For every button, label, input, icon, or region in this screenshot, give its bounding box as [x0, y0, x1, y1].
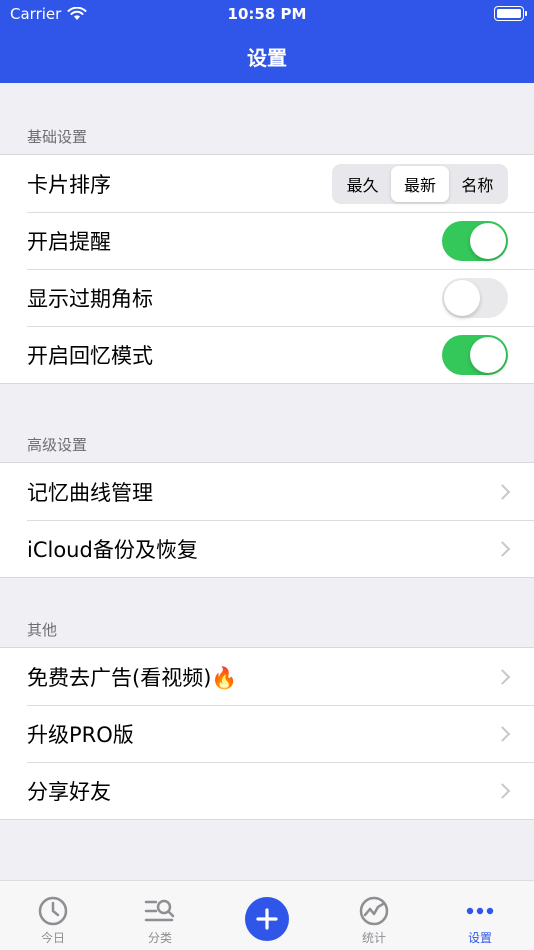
chevron-right-icon — [494, 782, 511, 799]
toggle-knob — [470, 336, 506, 373]
tab-statistics[interactable]: 统计 — [334, 881, 414, 950]
row-label: 显示过期角标 — [27, 286, 153, 311]
row-icloud-backup[interactable]: iCloud备份及恢复 — [0, 520, 534, 577]
tab-label: 统计 — [361, 931, 386, 945]
row-label: iCloud备份及恢复 — [27, 537, 198, 562]
row-upgrade-pro[interactable]: 升级PRO版 — [0, 705, 534, 762]
row-label: 开启提醒 — [27, 229, 111, 254]
expired-badge-toggle[interactable] — [442, 277, 508, 318]
row-card-sort: 卡片排序 最久 最新 名称 — [0, 155, 534, 212]
recall-mode-toggle[interactable] — [442, 334, 508, 375]
row-label: 免费去广告(看视频)🔥 — [27, 665, 238, 690]
row-label: 分享好友 — [27, 779, 111, 804]
reminder-toggle[interactable] — [442, 220, 508, 261]
tab-today[interactable]: 今日 — [13, 881, 93, 950]
row-recall-mode: 开启回忆模式 — [0, 326, 534, 383]
chevron-wrap — [494, 725, 511, 742]
toggle-knob — [444, 279, 480, 316]
status-time: 10:58 PM — [227, 5, 307, 23]
row-label: 开启回忆模式 — [27, 343, 153, 368]
row-show-expired-badge: 显示过期角标 — [0, 269, 534, 326]
row-label: 升级PRO版 — [27, 722, 134, 747]
segment-oldest[interactable]: 最久 — [334, 166, 391, 202]
toggle-knob — [470, 222, 506, 259]
tab-label: 分类 — [147, 931, 172, 945]
card-sort-segmented-control[interactable]: 最久 最新 名称 — [332, 163, 508, 204]
row-label: 卡片排序 — [27, 172, 111, 197]
row-enable-reminder: 开启提醒 — [0, 212, 534, 269]
tab-settings[interactable]: 设置 — [440, 881, 520, 950]
section-header-basic: 基础设置 — [27, 128, 88, 146]
segment-newest[interactable]: 最新 — [391, 165, 449, 202]
trend-chart-icon — [358, 895, 390, 927]
row-remove-ads[interactable]: 免费去广告(看视频)🔥 — [0, 648, 534, 705]
settings-group-other: 免费去广告(看视频)🔥 升级PRO版 分享好友 — [0, 647, 534, 820]
chevron-right-icon — [494, 668, 511, 685]
chevron-right-icon — [494, 725, 511, 742]
tab-label: 今日 — [40, 931, 65, 945]
row-memory-curve[interactable]: 记忆曲线管理 — [0, 463, 534, 520]
segment-name[interactable]: 名称 — [449, 166, 506, 202]
clock-icon — [37, 895, 69, 927]
page-title: 设置 — [247, 46, 287, 70]
tab-label: 设置 — [467, 931, 492, 945]
chevron-wrap — [494, 483, 511, 500]
status-bar: Carrier 10:58 PM — [0, 0, 534, 28]
row-share-friends[interactable]: 分享好友 — [0, 762, 534, 819]
chevron-right-icon — [494, 483, 511, 500]
chevron-wrap — [494, 782, 511, 799]
section-header-advanced: 高级设置 — [27, 436, 88, 454]
plus-icon — [256, 908, 278, 930]
settings-group-basic: 卡片排序 最久 最新 名称 开启提醒 显示过期角标 开启回忆模式 — [0, 154, 534, 384]
section-header-other: 其他 — [27, 621, 58, 639]
battery-icon — [494, 6, 527, 21]
navigation-header: Carrier 10:58 PM 设置 — [0, 0, 534, 83]
tab-category[interactable]: 分类 — [120, 881, 200, 950]
row-label: 记忆曲线管理 — [27, 480, 153, 505]
chevron-wrap — [494, 540, 511, 557]
add-button[interactable] — [245, 897, 289, 941]
chevron-wrap — [494, 668, 511, 685]
category-search-icon — [144, 895, 176, 927]
chevron-right-icon — [494, 540, 511, 557]
settings-group-advanced: 记忆曲线管理 iCloud备份及恢复 — [0, 462, 534, 578]
more-dots-icon — [464, 895, 496, 927]
